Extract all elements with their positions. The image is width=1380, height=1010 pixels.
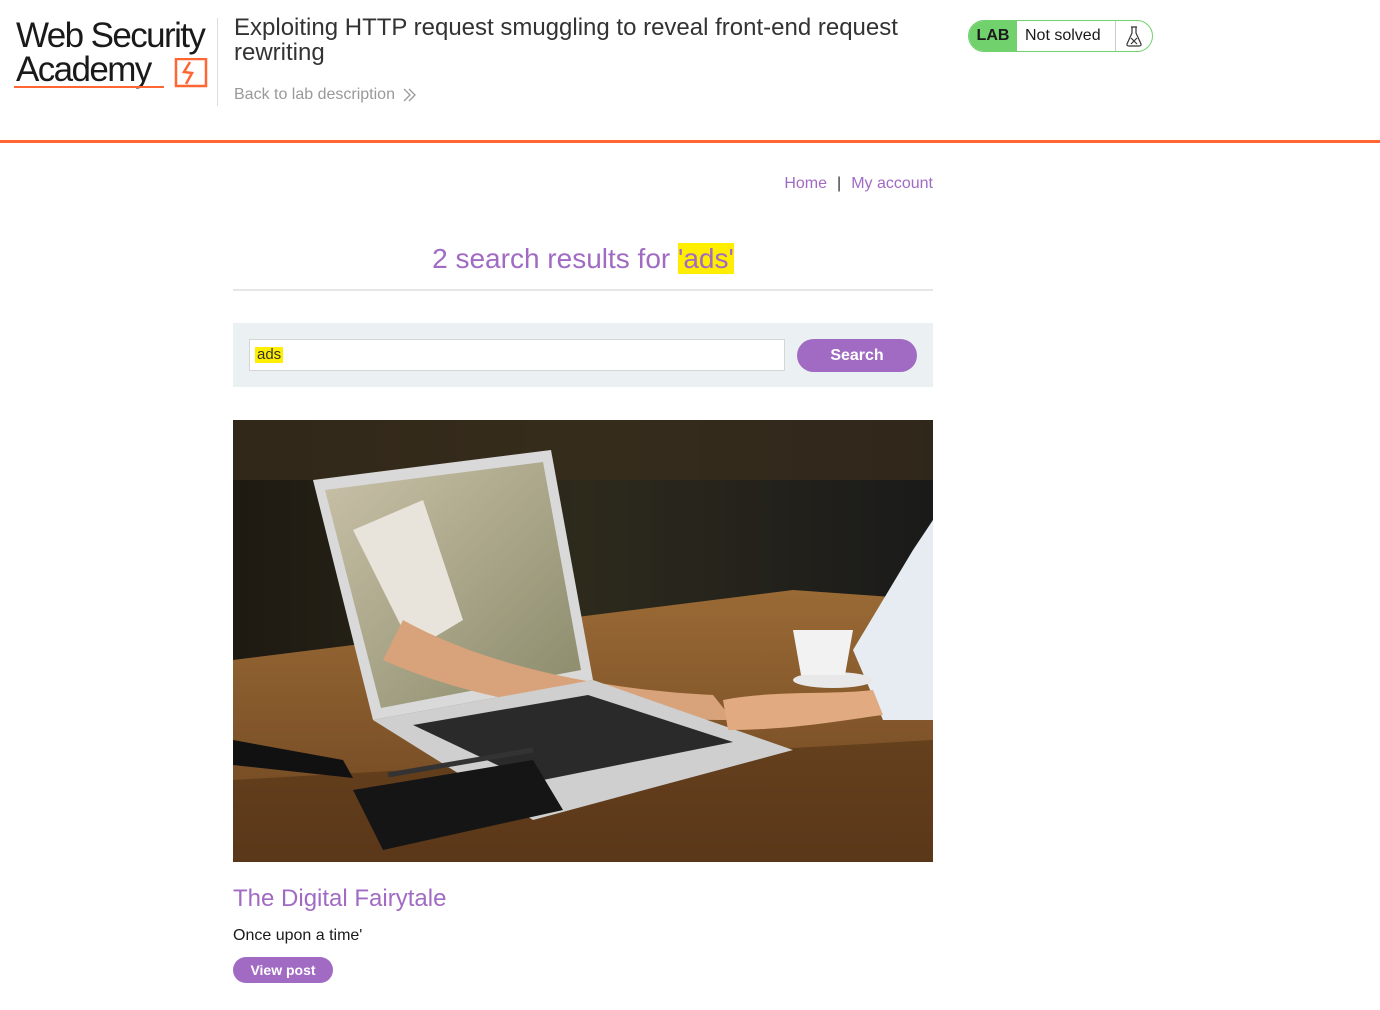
lab-header: Web Security Academy Exploiting HTTP req…: [0, 0, 1380, 143]
lab-status-text: Not solved: [1025, 27, 1101, 44]
lab-title: Exploiting HTTP request smuggling to rev…: [234, 14, 898, 66]
view-post-button[interactable]: View post: [233, 957, 333, 983]
search-button[interactable]: Search: [797, 339, 917, 372]
heading-rule: [233, 289, 933, 291]
double-chevron-right-icon: [403, 88, 416, 102]
handshake-laptop-photo: [233, 420, 933, 862]
logo-line-2: Academy: [16, 50, 152, 89]
site-nav: Home | My account: [784, 175, 933, 193]
search-input[interactable]: ads: [249, 339, 785, 371]
logo-underline: [14, 86, 164, 88]
my-account-link[interactable]: My account: [851, 175, 933, 193]
search-form: ads Search: [233, 323, 933, 387]
results-term: ads: [683, 243, 729, 274]
post-image[interactable]: [233, 420, 933, 862]
lab-status-widget: LAB Not solved: [968, 20, 1153, 52]
post-title-link[interactable]: The Digital Fairytale: [233, 885, 446, 913]
back-to-lab-description-link[interactable]: Back to lab description: [234, 86, 417, 104]
lightning-bolt-icon: [174, 58, 208, 88]
flask-icon-container: [1115, 21, 1152, 51]
web-security-academy-logo[interactable]: Web Security Academy: [14, 18, 214, 92]
results-prefix: 2 search results for: [432, 243, 678, 274]
search-results-heading: 2 search results for 'ads': [233, 241, 933, 277]
nav-separator: |: [837, 175, 842, 192]
lab-status-tag: LAB: [969, 21, 1017, 51]
logo-line-1: Web Security: [16, 16, 206, 55]
home-link[interactable]: Home: [784, 175, 827, 193]
search-input-value: ads: [255, 346, 284, 363]
header-divider: [217, 18, 218, 106]
post-summary: Once upon a time': [233, 927, 363, 944]
header-rule: [0, 140, 1380, 143]
back-link-label: Back to lab description: [234, 86, 395, 103]
results-close-quote: ': [728, 243, 734, 274]
flask-icon: [1126, 26, 1142, 47]
